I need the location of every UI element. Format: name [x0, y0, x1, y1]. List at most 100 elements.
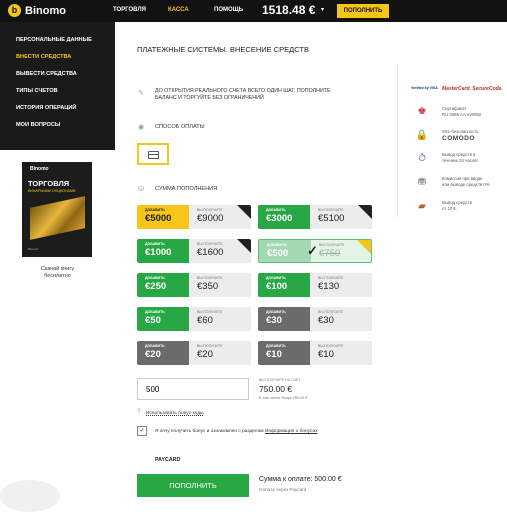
- tile-receive-amount: €1600: [197, 247, 224, 258]
- nav-cashier[interactable]: КАССА: [168, 7, 189, 13]
- tile-add-amount: €10: [266, 349, 282, 360]
- chevron-down-icon[interactable]: ▾: [321, 6, 324, 13]
- amount-tile[interactable]: ДОБАВИТЬ €10 ВЫ ПОЛУЧИТЕ €10: [258, 341, 372, 365]
- info-message: ДО ОТКРЫТИЯ РЕАЛЬНОГО СЧЕТА ВСЕГО ОДИН Ш…: [155, 88, 331, 101]
- tile-add-label: ДОБАВИТЬ: [266, 276, 286, 280]
- nav-trading[interactable]: ТОРГОВЛЯ: [113, 7, 146, 13]
- tile-add-label: ДОБАВИТЬ: [145, 310, 165, 314]
- amount-input[interactable]: [137, 378, 249, 400]
- binomo-logo-icon: b: [8, 4, 21, 17]
- pay-via: Оплата через Paycard: [259, 487, 307, 492]
- amount-tile[interactable]: ДОБАВИТЬ €100 ВЫ ПОЛУЧИТЕ €130: [258, 273, 372, 297]
- sidebar-item-deposit[interactable]: ВНЕСТИ СРЕДСТВА: [0, 49, 115, 66]
- payment-method-card[interactable]: [137, 143, 169, 165]
- receive-on-account-label: ВЫ ПОЛУЧИТЕ НА СЧЕТ: [259, 378, 301, 382]
- tile-add-side: ДОБАВИТЬ €1000: [137, 239, 189, 263]
- pay-total: Сумма к оплате: 500.00 €: [259, 476, 342, 483]
- balance-display[interactable]: 1518.48 €: [262, 3, 315, 17]
- sidebar-item-history[interactable]: ИСТОРИЯ ОПЕРАЦИЙ: [0, 100, 115, 117]
- tile-add-label: ДОБАВИТЬ: [145, 276, 165, 280]
- tile-add-label: ДОБАВИТЬ: [266, 344, 286, 348]
- tile-receive-label: ВЫ ПОЛУЧИТЕ: [318, 276, 344, 280]
- amount-tile[interactable]: ДОБАВИТЬ €500 ВЫ ПОЛУЧИТЕ €750 ✓: [258, 239, 372, 263]
- comodo-logo: COMODO: [442, 135, 475, 142]
- bonus-agree-checkbox[interactable]: ✓: [137, 426, 147, 436]
- nav-help[interactable]: ПОМОЩЬ: [214, 7, 243, 13]
- min-withdraw-line1: Вывод средств: [442, 200, 472, 205]
- checkmark-icon: ✓: [307, 243, 318, 258]
- book-caption[interactable]: Скачай книгу бесплатно: [0, 266, 115, 280]
- certificate-line2: RU 0395 AA Vv0092: [442, 111, 482, 117]
- tile-add-amount: €100: [266, 281, 288, 292]
- tile-add-amount: €250: [145, 281, 167, 292]
- mastercard-securecode-logo: MasterCard. SecureCode.: [442, 86, 503, 92]
- book-cover[interactable]: Binomo ТОРГОВЛЯ БИНАРНЫМИ ОПЦИОНАМИ Bino…: [22, 162, 92, 257]
- book-caption-line2: бесплатно: [44, 273, 71, 279]
- tile-receive-amount: €60: [197, 315, 213, 326]
- sidebar-item-account-types[interactable]: ТИПЫ СЧЕТОВ: [0, 83, 115, 100]
- tile-add-label: ДОБАВИТЬ: [145, 208, 165, 212]
- withdraw-time-text: Вывод средств в течение 24 часов!: [442, 152, 478, 163]
- tile-add-amount: €5000: [145, 213, 172, 224]
- logo[interactable]: b Binomo: [8, 4, 66, 17]
- receive-on-account-value: 750.00 €: [259, 384, 293, 394]
- logo-text: Binomo: [25, 4, 66, 17]
- clock-icon: ⏱: [418, 153, 426, 164]
- sidebar-item-withdraw[interactable]: ВЫВЕСТИ СРЕДСТВА: [0, 66, 115, 83]
- amount-tile[interactable]: ДОБАВИТЬ €1000 ВЫ ПОЛУЧИТЕ €1600: [137, 239, 251, 263]
- info-icon: ✎: [138, 90, 144, 97]
- tile-add-label: ДОБАВИТЬ: [145, 242, 165, 246]
- amount-label: СУММА ПОПОЛНЕНИЯ: [155, 186, 218, 192]
- commission-line2: или выводе средств 0%: [442, 181, 490, 187]
- payment-system-name: PAYCARD: [155, 457, 181, 463]
- tile-receive-amount: €30: [318, 315, 334, 326]
- decorative-logo-shape: [0, 480, 60, 512]
- min-withdraw-line2: от 10 €.: [442, 205, 458, 211]
- tile-receive-amount: €10: [318, 349, 334, 360]
- withdraw-line1: Вывод средств в: [442, 152, 476, 157]
- coins-stack-icon: ⛃: [417, 177, 427, 188]
- payment-method-icon: ◉: [138, 124, 145, 131]
- tile-receive-label: ВЫ ПОЛУЧИТЕ: [318, 344, 344, 348]
- gold-bars-image: [30, 196, 85, 240]
- bonus-ribbon-icon: [237, 239, 251, 253]
- bonus-included-note: В том числе бонус 250.00 €: [259, 396, 308, 400]
- book-caption-line1: Скачай книгу: [40, 266, 75, 272]
- tile-add-amount: €500: [267, 248, 289, 259]
- eagle-emblem-icon: ♚: [417, 106, 427, 117]
- tile-add-side: ДОБАВИТЬ €50: [137, 307, 189, 331]
- amount-tile[interactable]: ДОБАВИТЬ €3000 ВЫ ПОЛУЧИТЕ €5100: [258, 205, 372, 229]
- submit-deposit-button[interactable]: ПОПОЛНИТЬ: [137, 474, 249, 497]
- amount-tile[interactable]: ДОБАВИТЬ €250 ВЫ ПОЛУЧИТЕ €350: [137, 273, 251, 297]
- book-promo: Binomo ТОРГОВЛЯ БИНАРНЫМИ ОПЦИОНАМИ Bino…: [0, 150, 115, 512]
- tile-receive-label: ВЫ ПОЛУЧИТЕ: [197, 242, 223, 246]
- amount-tile[interactable]: ДОБАВИТЬ €5000 ВЫ ПОЛУЧИТЕ €9000: [137, 205, 251, 229]
- tile-add-side: ДОБАВИТЬ €100: [258, 273, 310, 297]
- payment-method-label: СПОСОБ ОПЛАТЫ: [155, 124, 205, 130]
- tile-receive-label: ВЫ ПОЛУЧИТЕ: [319, 243, 345, 247]
- book-footer-logo: Binomo: [28, 247, 39, 251]
- commission-text: Комиссия при вводе или выводе средств 0%: [442, 176, 490, 187]
- tile-add-label: ДОБАВИТЬ: [266, 310, 286, 314]
- sidebar-item-my-questions[interactable]: МОИ ВОПРОСЫ: [0, 117, 115, 134]
- tile-receive-label: ВЫ ПОЛУЧИТЕ: [197, 310, 223, 314]
- tile-receive-amount: €350: [197, 281, 219, 292]
- book-subtitle: БИНАРНЫМИ ОПЦИОНАМИ: [28, 189, 76, 193]
- amount-tile[interactable]: ДОБАВИТЬ €30 ВЫ ПОЛУЧИТЕ €30: [258, 307, 372, 331]
- use-bonus-code-link[interactable]: Использовать бонус-коды: [146, 411, 204, 416]
- amount-tile[interactable]: ДОБАВИТЬ €20 ВЫ ПОЛУЧИТЕ €20: [137, 341, 251, 365]
- tile-add-side: ДОБАВИТЬ €250: [137, 273, 189, 297]
- topup-button[interactable]: ПОПОЛНИТЬ: [337, 4, 389, 18]
- tile-receive-amount: €750: [319, 248, 341, 259]
- min-withdraw-text: Вывод средств от 10 €.: [442, 200, 472, 211]
- bonus-ribbon-icon: [237, 205, 251, 219]
- tile-add-side: ДОБАВИТЬ €3000: [258, 205, 310, 229]
- verified-by-visa-logo: Verified by VISA: [411, 86, 438, 90]
- credit-card-icon: [148, 151, 159, 159]
- sidebar-item-personal-data[interactable]: ПЕРСОНАЛЬНЫЕ ДАННЫЕ: [0, 32, 115, 49]
- tile-add-side: ДОБАВИТЬ €5000: [137, 205, 189, 229]
- bonus-info-link[interactable]: Информация о бонусах: [265, 429, 318, 434]
- amount-tile[interactable]: ДОБАВИТЬ €50 ВЫ ПОЛУЧИТЕ €60: [137, 307, 251, 331]
- tile-add-amount: €30: [266, 315, 282, 326]
- tile-add-side: ДОБАВИТЬ €20: [137, 341, 189, 365]
